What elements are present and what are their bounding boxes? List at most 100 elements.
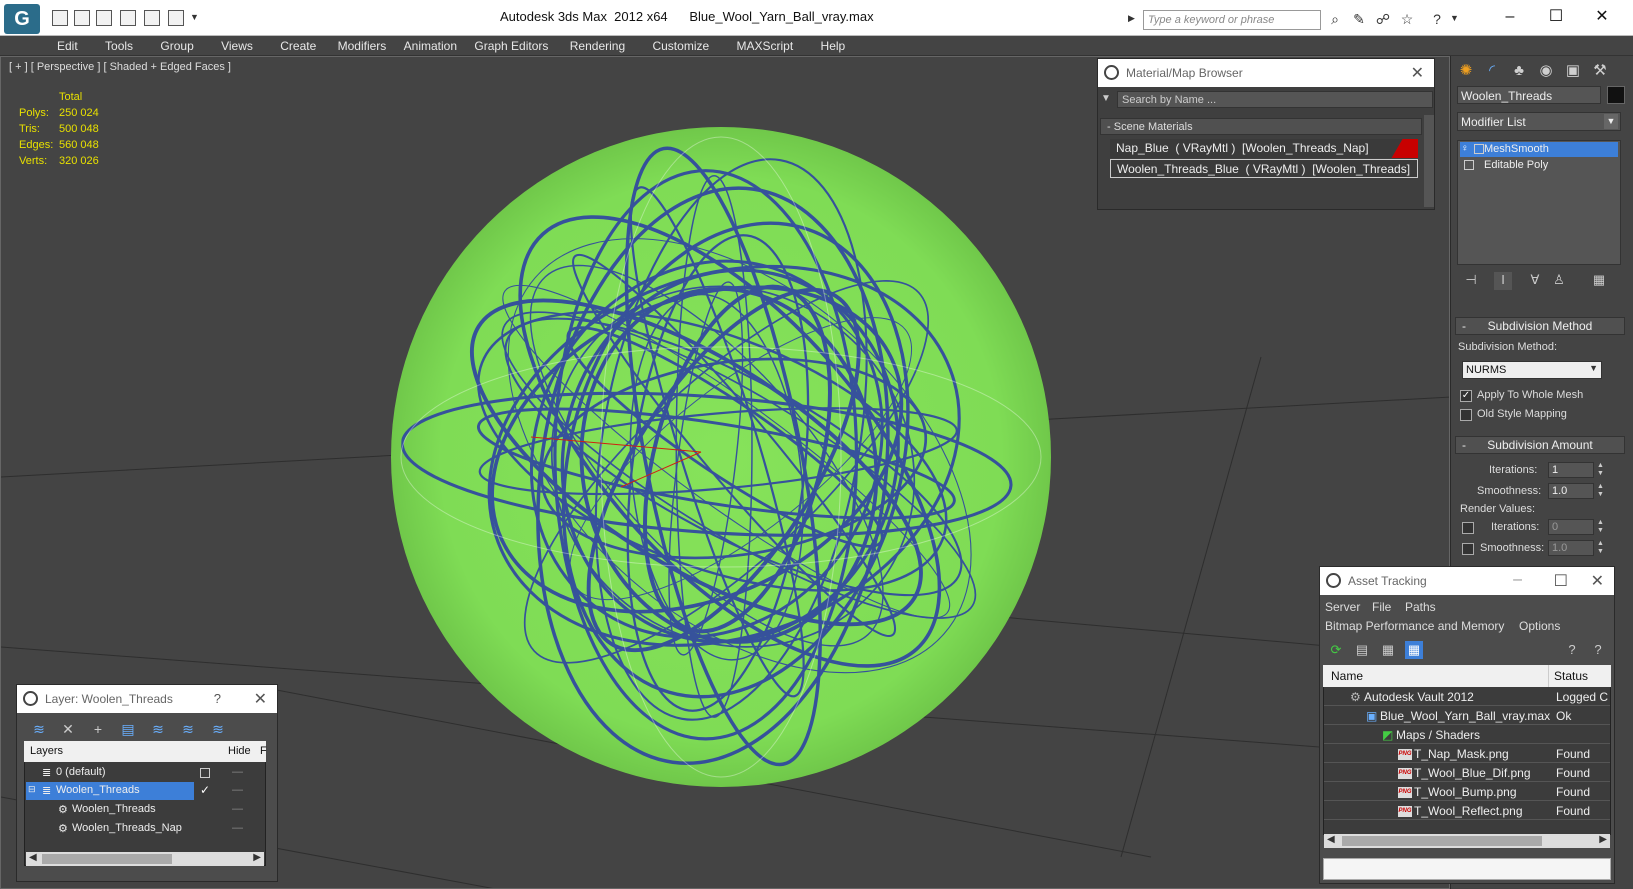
close-button[interactable]: ✕ bbox=[1587, 6, 1617, 28]
close-icon[interactable]: ✕ bbox=[1411, 63, 1424, 83]
layer-row[interactable]: ≣ 0 (default) — bbox=[26, 764, 264, 782]
help-context-icon[interactable]: ? bbox=[1589, 641, 1607, 659]
asset-path-field[interactable] bbox=[1323, 858, 1611, 880]
menu-tools[interactable]: Tools bbox=[105, 36, 133, 53]
maximize-button[interactable]: ☐ bbox=[1541, 6, 1571, 28]
make-unique-icon[interactable]: ∀ bbox=[1526, 272, 1544, 290]
expand-icon[interactable] bbox=[1464, 160, 1474, 170]
asset-row[interactable]: ◩ Maps / Shaders bbox=[1324, 726, 1610, 744]
spinner-arrows-icon[interactable]: ▲ ▼ bbox=[1596, 483, 1605, 499]
menu-edit[interactable]: Edit bbox=[57, 36, 78, 53]
highlight-layer-icon[interactable]: ≋ bbox=[149, 720, 167, 738]
layer-scrollbar[interactable]: ◀ ▶ bbox=[26, 852, 264, 866]
stack-item-editable-poly[interactable]: Editable Poly bbox=[1460, 158, 1618, 173]
subdivision-amount-rollout[interactable]: - Subdivision Amount bbox=[1455, 436, 1625, 454]
help-icon[interactable]: ? bbox=[1563, 641, 1581, 659]
filter-dropdown-icon[interactable]: ▼ bbox=[1101, 93, 1113, 105]
asset-tracking-titlebar[interactable]: Asset Tracking – ☐ ✕ bbox=[1320, 567, 1614, 595]
minimize-icon[interactable]: – bbox=[1513, 571, 1522, 589]
hide-all-icon[interactable]: ≋ bbox=[179, 720, 197, 738]
show-end-result-icon[interactable]: I bbox=[1494, 272, 1512, 290]
menu-create[interactable]: Create bbox=[280, 36, 316, 53]
menu-rendering[interactable]: Rendering bbox=[570, 36, 625, 53]
spinner-arrows-icon[interactable]: ▲ ▼ bbox=[1596, 462, 1605, 478]
spinner-arrows-icon[interactable]: ▲ ▼ bbox=[1596, 519, 1605, 535]
subscription-icon[interactable]: ☍ bbox=[1374, 10, 1392, 28]
scroll-thumb[interactable] bbox=[42, 854, 172, 864]
old-style-mapping-checkbox[interactable] bbox=[1460, 409, 1472, 421]
subdivision-method-select[interactable]: NURMS ▼ bbox=[1462, 361, 1602, 379]
thumbnail-view-icon[interactable]: ▦ bbox=[1379, 641, 1397, 659]
select-objects-icon[interactable]: ▤ bbox=[119, 720, 137, 738]
material-browser-titlebar[interactable]: Material/Map Browser ✕ bbox=[1098, 59, 1434, 87]
hide-toggle[interactable]: — bbox=[232, 784, 243, 796]
render-iterations-checkbox[interactable] bbox=[1462, 522, 1474, 534]
scroll-right-icon[interactable]: ▶ bbox=[253, 852, 261, 863]
material-search-input[interactable]: Search by Name ... bbox=[1117, 91, 1433, 108]
col-freeze[interactable]: F bbox=[260, 745, 267, 757]
object-row[interactable]: ⚙ Woolen_Threads — bbox=[26, 801, 264, 819]
menu-help[interactable]: Help bbox=[821, 36, 846, 53]
hierarchy-icon[interactable]: ♣ bbox=[1508, 60, 1530, 82]
object-color-swatch[interactable] bbox=[1607, 86, 1625, 104]
project-icon[interactable] bbox=[168, 10, 184, 26]
asset-row[interactable]: PNG T_Wool_Bump.png Found bbox=[1324, 783, 1610, 801]
material-scrollbar[interactable] bbox=[1424, 115, 1434, 207]
curve-icon[interactable]: ◜ bbox=[1481, 60, 1503, 82]
app-logo-icon[interactable]: G bbox=[4, 4, 40, 34]
viewport-label[interactable]: [ + ] [ Perspective ] [ Shaded + Edged F… bbox=[9, 61, 231, 73]
object-name-field[interactable]: Woolen_Threads bbox=[1457, 86, 1601, 104]
subdivision-method-rollout[interactable]: - Subdivision Method bbox=[1455, 317, 1625, 335]
col-name[interactable]: Name bbox=[1331, 669, 1363, 683]
add-to-layer-icon[interactable]: + bbox=[89, 720, 107, 738]
lightbulb-icon[interactable]: ♀ bbox=[1461, 143, 1469, 154]
asset-row[interactable]: ⚙ Autodesk Vault 2012 Logged C bbox=[1324, 688, 1610, 706]
menu-graph-editors[interactable]: Graph Editors bbox=[474, 36, 548, 53]
sun-icon[interactable]: ✺ bbox=[1455, 60, 1477, 82]
binoculars-icon[interactable]: ⌕ bbox=[1326, 10, 1344, 28]
object-row[interactable]: ⚙ Woolen_Threads_Nap — bbox=[26, 820, 264, 838]
modifier-list-dropdown[interactable]: Modifier List ▼ bbox=[1457, 112, 1621, 131]
asset-row[interactable]: PNG T_Nap_Mask.png Found bbox=[1324, 745, 1610, 763]
spinner-arrows-icon[interactable]: ▲ ▼ bbox=[1596, 540, 1605, 556]
expand-icon[interactable] bbox=[1474, 144, 1484, 154]
help-icon[interactable]: ? bbox=[1428, 10, 1446, 28]
scroll-left-icon[interactable]: ◀ bbox=[1327, 834, 1335, 845]
menu-customize[interactable]: Customize bbox=[652, 36, 709, 53]
menu-server[interactable]: Server bbox=[1325, 600, 1360, 614]
hide-toggle[interactable]: — bbox=[232, 766, 243, 778]
hide-toggle[interactable]: — bbox=[232, 822, 243, 834]
menu-file[interactable]: File bbox=[1372, 600, 1391, 614]
new-icon[interactable] bbox=[52, 10, 68, 26]
layer-row-selected[interactable]: ⊟ ≣ Woolen_Threads bbox=[26, 782, 194, 800]
undo-icon[interactable] bbox=[120, 10, 136, 26]
keyword-search-input[interactable]: Type a keyword or phrase bbox=[1143, 10, 1321, 30]
quick-access-dropdown-icon[interactable]: ▼ bbox=[190, 12, 199, 22]
asset-row[interactable]: PNG T_Wool_Blue_Dif.png Found bbox=[1324, 764, 1610, 782]
material-item[interactable]: Woolen_Threads_Blue ( VRayMtl ) [Woolen_… bbox=[1110, 159, 1418, 178]
pin-icon[interactable]: ⊣ bbox=[1462, 272, 1480, 290]
close-icon[interactable]: ✕ bbox=[1591, 571, 1604, 591]
search-expand-icon[interactable]: ▶ bbox=[1128, 13, 1135, 24]
render-smoothness-checkbox[interactable] bbox=[1462, 543, 1474, 555]
asset-row[interactable]: PNG T_Wool_Reflect.png Found bbox=[1324, 802, 1610, 820]
communication-icon[interactable]: ✎ bbox=[1350, 10, 1368, 28]
menu-animation[interactable]: Animation bbox=[404, 36, 457, 53]
menu-maxscript[interactable]: MAXScript bbox=[737, 36, 794, 53]
list-view-icon[interactable]: ▤ bbox=[1353, 641, 1371, 659]
scroll-thumb[interactable] bbox=[1342, 836, 1542, 846]
render-iterations-spinner[interactable]: 0 bbox=[1548, 519, 1594, 535]
freeze-all-icon[interactable]: ≋ bbox=[209, 720, 227, 738]
col-divider[interactable] bbox=[1548, 665, 1549, 687]
scroll-right-icon[interactable]: ▶ bbox=[1599, 834, 1607, 845]
save-icon[interactable] bbox=[96, 10, 112, 26]
maximize-icon[interactable]: ☐ bbox=[1554, 571, 1568, 591]
display-icon[interactable]: ▣ bbox=[1562, 60, 1584, 82]
col-hide[interactable]: Hide bbox=[228, 745, 251, 757]
layer-manager-titlebar[interactable]: Layer: Woolen_Threads ? ✕ bbox=[17, 685, 277, 713]
render-smoothness-spinner[interactable]: 1.0 bbox=[1548, 540, 1594, 556]
help-button[interactable]: ? bbox=[214, 691, 221, 706]
configure-sets-icon[interactable]: ▦ bbox=[1590, 272, 1608, 290]
iterations-spinner[interactable]: 1 bbox=[1548, 462, 1594, 478]
remove-modifier-icon[interactable]: ♙ bbox=[1550, 272, 1568, 290]
